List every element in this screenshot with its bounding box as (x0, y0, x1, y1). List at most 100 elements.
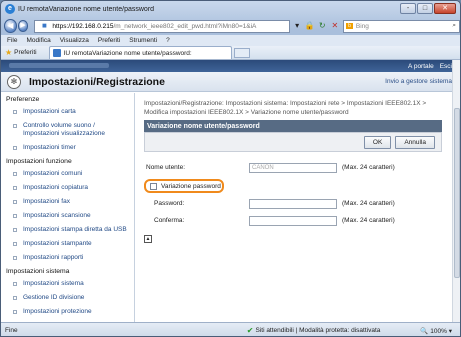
settings-panel: Variazione nome utente/password OK Annul… (144, 120, 442, 243)
confirm-max-note: (Max. 24 caratteri) (342, 217, 395, 224)
bullet-icon (13, 214, 17, 218)
sidebar-item-rapporti[interactable]: Impostazioni rapporti (1, 251, 134, 265)
sidebar-item-timer[interactable]: Impostazioni timer (1, 141, 134, 155)
sidebar-item-comuni[interactable]: Impostazioni comuni (1, 167, 134, 181)
sidebar-section-funzione: Impostazioni funzione (6, 158, 72, 165)
change-password-label: Variazione password (161, 182, 221, 190)
status-bar: Fine ✔ Siti attendibili | Modalità prote… (1, 322, 460, 336)
url-path: /m_network_ieee802_edit_pwd.html?iMn80=1… (113, 22, 257, 30)
sidebar: Preferenze Impostazioni carta Controllo … (1, 93, 135, 322)
sidebar-item-volume[interactable]: Controllo volume suono / Impostazioni vi… (1, 119, 134, 141)
favorites-button[interactable]: Preferiti (14, 49, 36, 56)
sidebar-item-sistema[interactable]: Impostazioni sistema (1, 277, 134, 291)
username-max-note: (Max. 24 caratteri) (342, 164, 395, 171)
page-content: A portale Esci ✻ Impostazioni/Registrazi… (1, 60, 460, 322)
bullet-icon (13, 110, 17, 114)
breadcrumb: Impostazioni/Registrazione: Impostazioni… (144, 100, 427, 116)
page-icon: ■ (41, 21, 47, 30)
username-row: Nome utente: CANON (Max. 24 caratteri) (144, 161, 442, 174)
refresh-icon[interactable]: ↻ (317, 20, 328, 32)
bullet-icon (13, 186, 17, 190)
forward-button[interactable]: ▶ (17, 20, 29, 32)
scrollbar-thumb[interactable] (454, 108, 460, 278)
sidebar-item-protezione[interactable]: Impostazioni protezione (1, 305, 134, 319)
address-bar[interactable]: ■ https://192.168.0.215/m_network_ieee80… (34, 19, 290, 33)
sidebar-item-copiatura[interactable]: Impostazioni copiatura (1, 181, 134, 195)
browser-window: e IU remotaVariazione nome utente/passwo… (0, 0, 461, 337)
navigation-bar: ◀ ▶ ■ https://192.168.0.215/m_network_ie… (1, 17, 460, 35)
sidebar-section-sistema: Impostazioni sistema (6, 268, 70, 275)
menu-modifica[interactable]: Modifica (26, 37, 50, 44)
search-placeholder: Bing (355, 22, 369, 30)
search-input[interactable]: b Bing ⌕ (343, 19, 460, 33)
lock-icon[interactable]: 🔒 (304, 20, 315, 32)
zoom-level[interactable]: 🔍 100% ▾ (420, 327, 452, 335)
confirm-row: Conferma: (Max. 24 caratteri) (144, 214, 442, 227)
menu-preferiti[interactable]: Preferiti (98, 37, 120, 44)
url-host: https://192.168.0.215 (52, 22, 114, 30)
username-label: Nome utente: (146, 164, 186, 171)
change-password-checkbox-highlight[interactable]: Variazione password (144, 179, 224, 193)
sidebar-item-carta[interactable]: Impostazioni carta (1, 105, 134, 119)
sidebar-section-preferenze: Preferenze (6, 96, 40, 103)
settings-gear-icon: ✻ (7, 74, 21, 89)
minimize-button[interactable]: - (400, 3, 416, 14)
bullet-icon (13, 310, 17, 314)
password-label: Password: (154, 200, 185, 207)
menu-help[interactable]: ? (166, 37, 170, 44)
confirm-field[interactable] (249, 215, 337, 226)
bullet-icon (13, 228, 17, 232)
menu-bar: File Modifica Visualizza Preferiti Strum… (1, 35, 460, 46)
cancel-button[interactable]: Annulla (395, 135, 435, 149)
menu-strumenti[interactable]: Strumenti (129, 37, 157, 44)
password-field[interactable] (249, 198, 337, 209)
security-zone: Siti attendibili | Modalità protetta: di… (255, 327, 381, 334)
bing-logo-icon: b (346, 23, 353, 29)
tab-title: IU remotaVariazione nome utente/password… (63, 49, 192, 57)
sidebar-item-scansione[interactable]: Impostazioni scansione (1, 209, 134, 223)
menu-file[interactable]: File (7, 37, 17, 44)
bullet-icon (13, 256, 17, 260)
browser-tab[interactable]: IU remotaVariazione nome utente/password… (48, 46, 232, 59)
page-header: ✻ Impostazioni/Registrazione Invio a ges… (1, 72, 460, 92)
menu-visualizza[interactable]: Visualizza (60, 37, 89, 44)
sidebar-item-fax[interactable]: Impostazioni fax (1, 195, 134, 209)
password-max-note: (Max. 24 caratteri) (342, 200, 395, 207)
window-title: IU remotaVariazione nome utente/password (18, 5, 155, 13)
favorites-bar: ★ Preferiti IU remotaVariazione nome ute… (1, 46, 460, 60)
vertical-scrollbar[interactable] (452, 60, 460, 322)
bullet-icon (13, 242, 17, 246)
bullet-icon (13, 124, 17, 128)
back-button[interactable]: ◀ (4, 19, 17, 33)
bullet-icon (13, 146, 17, 150)
exit-link[interactable]: Esci (440, 63, 452, 70)
search-icon[interactable]: ⌕ (452, 22, 456, 30)
status-text: Fine (5, 327, 18, 334)
maximize-button[interactable]: □ (417, 3, 433, 14)
change-password-checkbox[interactable] (150, 182, 157, 190)
bullet-icon (13, 172, 17, 176)
tab-page-icon (52, 49, 61, 57)
username-field[interactable]: CANON (249, 162, 337, 173)
sidebar-item-divisione[interactable]: Gestione ID divisione (1, 291, 134, 305)
dropdown-icon[interactable]: ▾ (292, 20, 303, 32)
top-of-page-icon[interactable]: ▲ (144, 235, 152, 243)
device-name-blurred (9, 63, 109, 68)
confirm-label: Conferma: (154, 217, 185, 224)
stop-icon[interactable]: ✕ (330, 20, 341, 32)
panel-title: Variazione nome utente/password (144, 120, 442, 132)
close-button[interactable]: ✕ (434, 3, 456, 14)
sidebar-item-stampante[interactable]: Impostazioni stampante (1, 237, 134, 251)
main-content: Impostazioni/Registrazione: Impostazioni… (137, 93, 452, 322)
trusted-check-icon: ✔ (246, 326, 254, 335)
sidebar-item-usb[interactable]: Impostazioni stampa diretta da USB (1, 223, 134, 237)
password-row: Password: (Max. 24 caratteri) (144, 197, 442, 210)
ie-logo-icon: e (5, 4, 15, 14)
panel-button-bar: OK Annulla (144, 132, 442, 152)
back-to-admin-link[interactable]: Invio a gestore sistema (385, 78, 452, 85)
title-bar: e IU remotaVariazione nome utente/passwo… (1, 1, 460, 17)
bullet-icon (13, 282, 17, 286)
new-tab-button[interactable] (233, 47, 250, 58)
ok-button[interactable]: OK (363, 135, 392, 149)
portal-link[interactable]: A portale (408, 63, 434, 70)
